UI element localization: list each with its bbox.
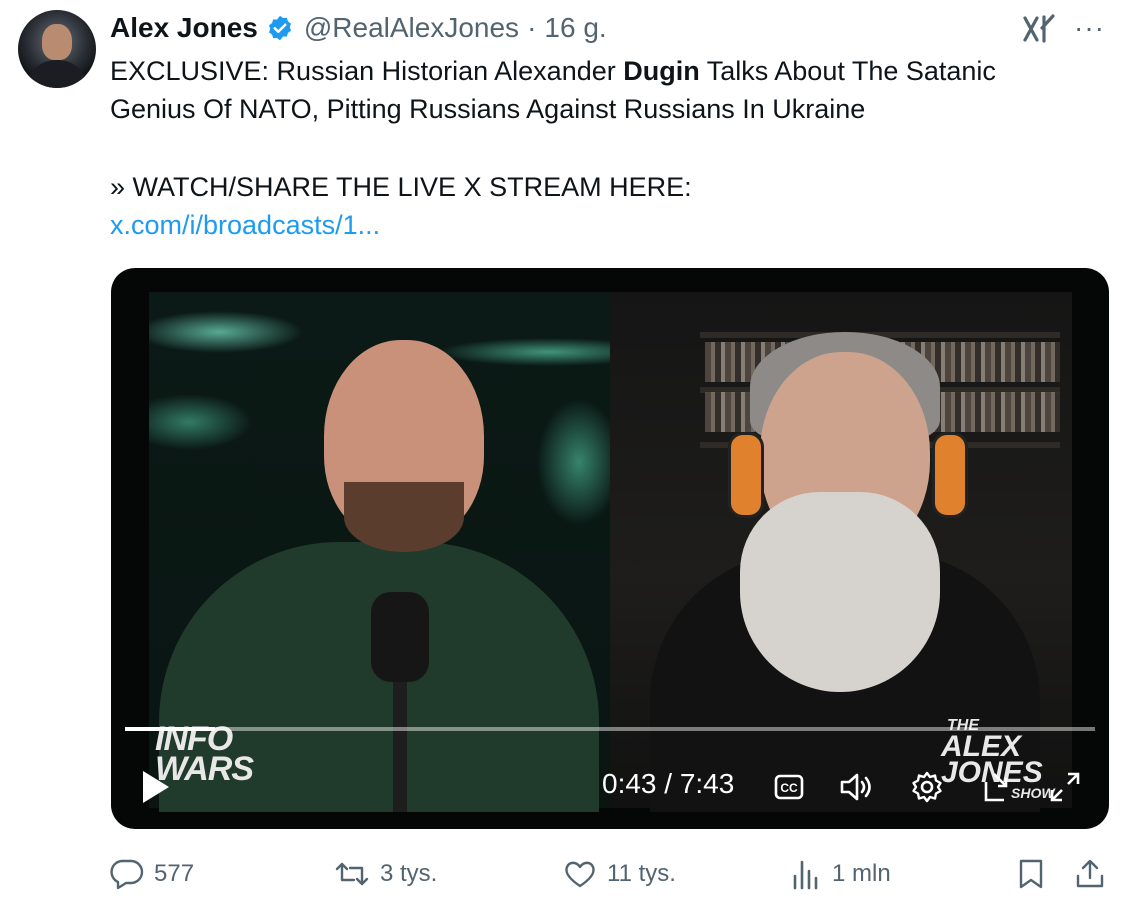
author-handle[interactable]: @RealAlexJones xyxy=(304,12,519,44)
tweet-actions: 577 3 tys. 11 tys. 1 mln xyxy=(0,852,1128,896)
tweet-text-line-2: Genius Of NATO, Pitting Russians Against… xyxy=(110,94,866,124)
bookmark-icon[interactable] xyxy=(1016,852,1056,896)
svg-text:CC: CC xyxy=(780,781,798,795)
tweet-text-line-3: » WATCH/SHARE THE LIVE X STREAM HERE: xyxy=(110,172,692,202)
grok-icon[interactable] xyxy=(1022,14,1056,44)
video-time: 0:43 / 7:43 xyxy=(602,768,735,799)
author-avatar[interactable] xyxy=(18,10,96,88)
fullscreen-icon[interactable] xyxy=(1045,764,1085,810)
more-icon[interactable]: ··· xyxy=(1074,10,1105,46)
reply-button[interactable]: 577 xyxy=(110,852,194,896)
views-count: 1 mln xyxy=(832,860,891,887)
video-player[interactable]: INFO WARS THE ALEX JONES SHOW 0:43 / 7:4… xyxy=(111,268,1109,829)
video-progress-fill xyxy=(125,727,216,731)
like-count: 11 tys. xyxy=(607,860,676,887)
like-icon xyxy=(565,861,595,888)
header-separator: · xyxy=(527,12,537,43)
tweet-timestamp[interactable]: 16 g. xyxy=(544,12,606,44)
volume-icon[interactable] xyxy=(837,764,877,810)
play-icon[interactable] xyxy=(133,764,177,810)
views-button[interactable]: 1 mln xyxy=(790,852,891,896)
repost-count: 3 tys. xyxy=(380,860,438,887)
like-button[interactable]: 11 tys. xyxy=(563,852,676,896)
video-progress-bar[interactable] xyxy=(125,727,1095,731)
reply-icon xyxy=(110,859,144,890)
captions-icon[interactable]: CC xyxy=(771,764,807,810)
broadcast-link[interactable]: x.com/i/broadcasts/1... xyxy=(110,206,1100,244)
repost-icon xyxy=(335,862,369,886)
verified-badge-icon[interactable] xyxy=(266,14,294,42)
tweet-text-line-1: EXCLUSIVE: Russian Historian Alexander D… xyxy=(110,56,996,86)
repost-button[interactable]: 3 tys. xyxy=(334,852,437,896)
views-icon xyxy=(793,860,818,890)
reply-count: 577 xyxy=(154,860,195,887)
microphone-image xyxy=(371,592,429,682)
author-name[interactable]: Alex Jones xyxy=(110,12,258,44)
settings-icon[interactable] xyxy=(907,764,947,810)
tweet-header: Alex Jones @RealAlexJones · 16 g. xyxy=(110,8,607,48)
share-icon[interactable] xyxy=(1074,852,1116,896)
minimize-icon[interactable] xyxy=(979,764,1019,810)
